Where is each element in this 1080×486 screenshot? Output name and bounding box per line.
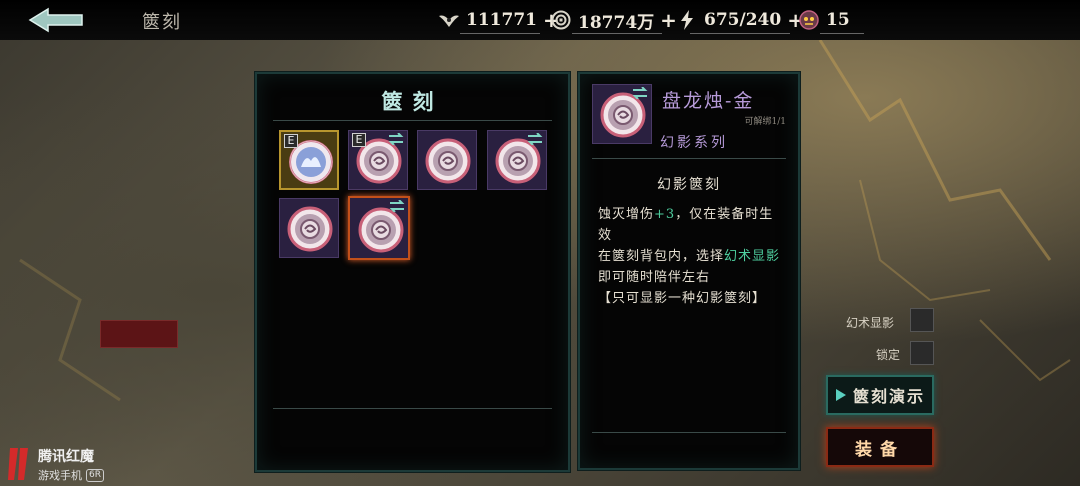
inventory-panel: 篋刻 E E [255, 72, 570, 472]
sidebar-item-active[interactable] [100, 320, 178, 348]
resource-value: 111771 [466, 10, 537, 30]
lock-toggle-checkbox[interactable] [910, 341, 934, 365]
divider [572, 33, 662, 34]
phantom-toggle-checkbox[interactable] [910, 308, 934, 332]
inventory-title: 篋刻 [381, 89, 444, 114]
equip-button[interactable]: 装备 [826, 427, 934, 467]
divider [820, 33, 864, 34]
resource-stamina[interactable]: 675/240 + [676, 9, 804, 31]
divider [273, 120, 552, 121]
divider [273, 408, 552, 409]
demo-button[interactable]: 篋刻演示 [826, 375, 934, 415]
equipped-badge: E [352, 133, 366, 147]
swap-arrows-icon [527, 133, 543, 145]
demo-button-label: 篋刻演示 [852, 387, 925, 406]
item-name: 盘龙烛-金 [662, 90, 755, 112]
lock-toggle-label: 锁定 [876, 348, 901, 362]
swap-arrows-icon [388, 133, 404, 145]
divider [460, 33, 540, 34]
inventory-slot[interactable]: E [279, 130, 339, 190]
divider [690, 33, 790, 34]
watermark-model: 游戏手机 6R [38, 467, 104, 483]
carving-gem-icon [358, 207, 404, 253]
swap-arrows-icon [632, 87, 648, 99]
detail-panel: 盘龙烛-金 可解绑1/1 幻影系列 幻影篋刻 蚀灭增伤+3，仅在装备时生效 在篋… [578, 72, 800, 470]
redmagic-logo-icon [8, 448, 28, 480]
coin-icon [550, 9, 572, 31]
item-series: 幻影系列 [660, 135, 728, 151]
page-title: 篋刻 [142, 12, 182, 33]
watermark-brand: 腾讯红魔 [38, 449, 94, 465]
carving-gem-icon [425, 138, 471, 184]
resource-gold[interactable]: 18774万 + [550, 9, 677, 33]
equipped-badge: E [284, 134, 298, 148]
resource-reputation[interactable]: 111771 + [438, 9, 560, 31]
wings-crest-icon [438, 9, 460, 31]
top-bar: 篋刻 111771 + 18774万 + 675/240 + 15 [0, 0, 1080, 40]
demon-mask-icon [798, 9, 820, 31]
carving-gem-icon [287, 206, 333, 252]
resource-value: 15 [826, 10, 850, 30]
effect-line: 【只可显影一种幻影篋刻】 [598, 291, 767, 306]
inventory-slot[interactable] [279, 198, 339, 258]
detail-item-icon [592, 84, 652, 144]
back-arrow-icon[interactable] [26, 6, 86, 34]
effect-description: 蚀灭增伤+3，仅在装备时生效 在篋刻背包内，选择幻术显影即可随时陪伴左右 【只可… [598, 204, 786, 309]
inventory-slot[interactable]: E [348, 130, 408, 190]
effect-line: 蚀灭增伤+3，仅在装备时生效 [598, 207, 774, 243]
inventory-slot[interactable] [487, 130, 547, 190]
resource-mask[interactable]: 15 [798, 9, 850, 31]
play-icon [835, 389, 846, 401]
swap-arrows-icon [389, 200, 405, 212]
phantom-toggle-label: 幻术显影 [846, 316, 895, 330]
effect-line: 在篋刻背包内，选择幻术显影即可随时陪伴左右 [598, 249, 781, 285]
effect-heading: 幻影篋刻 [657, 177, 721, 193]
lightning-icon [676, 9, 698, 31]
inventory-slot-selected[interactable] [348, 196, 410, 260]
divider [592, 432, 786, 433]
resource-value: 675/240 [704, 10, 782, 30]
resource-value: 18774万 [578, 12, 655, 33]
equip-button-label: 装备 [855, 439, 905, 460]
inventory-slot[interactable] [417, 130, 477, 190]
divider [592, 158, 786, 159]
unbind-count: 可解绑1/1 [744, 117, 787, 127]
add-icon[interactable]: + [660, 10, 677, 30]
